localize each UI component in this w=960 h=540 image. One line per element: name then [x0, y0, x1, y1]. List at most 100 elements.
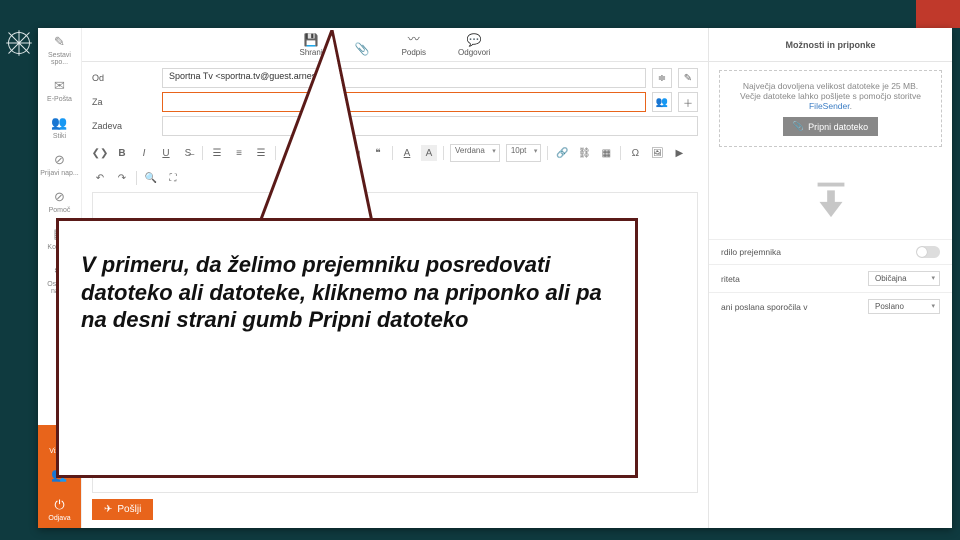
editor-toolbar: ❮❯ B I U S̶ ☰ ≡ ☰ ⋮≡ 1≡ ⇤ ⇥ ❝ A A Verdan…: [92, 140, 698, 166]
tab-attach[interactable]: 📎: [351, 40, 374, 59]
filesender-link[interactable]: FileSender: [809, 101, 850, 111]
send-label: Pošlji: [117, 504, 141, 515]
text-color-button[interactable]: A: [399, 145, 415, 161]
subject-field[interactable]: [162, 116, 698, 136]
edit-identities-button[interactable]: ✎: [678, 68, 698, 88]
tab-label: Podpis: [402, 48, 426, 57]
attach-hint-text: Večje datoteke lahko pošljete s pomočjo …: [740, 91, 921, 101]
compose-toolbar-tabs: 💾 Shrani 📎 〰 Podpis 💬 Odgovori: [82, 28, 708, 62]
send-icon: ✈: [104, 504, 112, 515]
toolbar-separator: [443, 146, 444, 160]
unlink-button[interactable]: ⛓: [576, 145, 592, 161]
link-button[interactable]: 🔗: [554, 145, 570, 161]
align-left-button[interactable]: ☰: [209, 145, 225, 161]
tab-signature[interactable]: 〰 Podpis: [398, 28, 430, 59]
tab-label: Shrani: [299, 48, 322, 57]
option-save-sent: ani poslana sporočila v Poslano: [709, 292, 952, 320]
from-row: Od Sportna Tv <sportna.tv@guest.arnes.si…: [92, 68, 698, 88]
report-icon: ⊘: [54, 152, 65, 168]
tab-label: Odgovori: [458, 48, 490, 57]
toolbar-separator: [620, 146, 621, 160]
align-center-button[interactable]: ≡: [231, 145, 247, 161]
sidebar-item-compose[interactable]: ✎ Sestavi spo...: [38, 28, 81, 72]
contacts-icon: 👥: [51, 115, 67, 131]
media-button[interactable]: ▶: [671, 145, 687, 161]
quote-button[interactable]: ❝: [370, 145, 386, 161]
attach-hint-line2: Večje datoteke lahko pošljete s pomočjo …: [728, 91, 933, 111]
compose-icon: ✎: [54, 34, 65, 50]
paperclip-icon: 📎: [793, 121, 804, 132]
strike-button[interactable]: S̶: [180, 145, 196, 161]
priority-select[interactable]: Običajna: [868, 271, 940, 286]
special-char-button[interactable]: Ω: [627, 145, 643, 161]
mail-icon: ✉: [54, 78, 65, 94]
option-label: ani poslana sporočila v: [721, 302, 807, 312]
subject-row: Zadeva: [92, 116, 698, 136]
from-dropdown-button[interactable]: ≑: [652, 68, 672, 88]
slide-compass-decoration: [4, 28, 34, 58]
editor-toolbar-row2: ↶ ↷ 🔍 ⛶: [92, 170, 698, 190]
bulleted-list-button[interactable]: ⋮≡: [282, 145, 298, 161]
tab-responses[interactable]: 💬 Odgovori: [454, 31, 494, 59]
sidebar-item-mail[interactable]: ✉ E-Pošta: [38, 72, 81, 109]
indent-button[interactable]: ⇥: [348, 145, 364, 161]
sidebar-item-label: Stiki: [53, 133, 66, 140]
save-sent-select[interactable]: Poslano: [868, 299, 940, 314]
sidebar-item-label: Sestavi spo...: [40, 52, 79, 66]
power-icon: ⏻: [54, 497, 64, 513]
table-button[interactable]: ▦: [598, 145, 614, 161]
attach-hint-text-end: .: [850, 101, 852, 111]
attachment-dropzone[interactable]: Največja dovoljena velikost datoteke je …: [719, 70, 942, 147]
font-size-select[interactable]: 10pt: [506, 144, 542, 162]
to-field[interactable]: [162, 92, 646, 112]
save-icon: 💾: [304, 33, 319, 47]
numbered-list-button[interactable]: 1≡: [304, 145, 320, 161]
find-button[interactable]: 🔍: [143, 170, 159, 186]
font-family-select[interactable]: Verdana: [450, 144, 500, 162]
option-label: riteta: [721, 274, 740, 284]
send-button[interactable]: ✈ Pošlji: [92, 499, 153, 520]
drop-indicator-icon: [709, 175, 952, 221]
underline-button[interactable]: U: [158, 145, 174, 161]
redo-button[interactable]: ↷: [114, 170, 130, 186]
option-priority: riteta Običajna: [709, 264, 952, 292]
return-receipt-toggle[interactable]: [916, 246, 940, 258]
to-row: Za 👥 ＋: [92, 92, 698, 112]
image-button[interactable]: 🖼: [649, 145, 665, 161]
source-button[interactable]: ❮❯: [92, 145, 108, 161]
align-right-button[interactable]: ☰: [253, 145, 269, 161]
sidebar-item-logout[interactable]: ⏻ Odjava: [38, 491, 81, 528]
italic-button[interactable]: I: [136, 145, 152, 161]
outdent-button[interactable]: ⇤: [326, 145, 342, 161]
bold-button[interactable]: B: [114, 145, 130, 161]
undo-button[interactable]: ↶: [92, 170, 108, 186]
attach-file-button[interactable]: 📎 Pripni datoteko: [783, 117, 878, 136]
to-label: Za: [92, 97, 156, 107]
fullscreen-button[interactable]: ⛶: [165, 170, 181, 186]
attach-button-label: Pripni datoteko: [808, 122, 868, 132]
instruction-callout: V primeru, da želimo prejemniku posredov…: [56, 218, 638, 478]
paperclip-icon: 📎: [355, 42, 370, 56]
bg-color-button[interactable]: A: [421, 145, 437, 161]
add-contact-button[interactable]: 👥: [652, 92, 672, 112]
sidebar-item-label: Pomoč: [49, 207, 71, 214]
compose-form: Od Sportna Tv <sportna.tv@guest.arnes.si…: [82, 62, 708, 190]
toolbar-separator: [392, 146, 393, 160]
toolbar-separator: [547, 146, 548, 160]
sidebar-item-help[interactable]: ⊘ Pomoč: [38, 183, 81, 220]
sidebar-item-contacts[interactable]: 👥 Stiki: [38, 109, 81, 146]
add-recipient-button[interactable]: ＋: [678, 92, 698, 112]
sidebar-item-label: Prijavi nap...: [40, 170, 79, 177]
sidebar-item-report[interactable]: ⊘ Prijavi nap...: [38, 146, 81, 183]
toolbar-separator: [136, 171, 137, 185]
right-panel: Možnosti in priponke Največja dovoljena …: [708, 28, 952, 528]
from-label: Od: [92, 73, 156, 83]
slide-corner-accent: [916, 0, 960, 28]
sidebar-item-label: E-Pošta: [47, 96, 72, 103]
help-icon: ⊘: [54, 189, 65, 205]
send-row: ✈ Pošlji: [82, 499, 708, 528]
right-panel-title: Možnosti in priponke: [709, 28, 952, 62]
tab-save[interactable]: 💾 Shrani: [295, 31, 326, 59]
option-label: rdilo prejemnika: [721, 247, 781, 257]
from-field[interactable]: Sportna Tv <sportna.tv@guest.arnes.si>: [162, 68, 646, 88]
